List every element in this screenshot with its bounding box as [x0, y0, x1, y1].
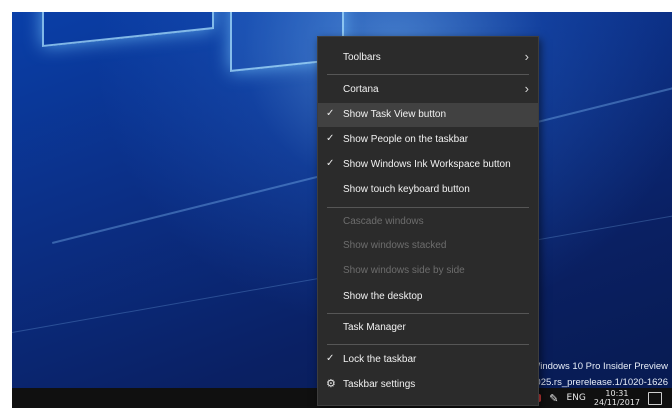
window-logo-pane	[42, 12, 214, 48]
menu-item-label: Toolbars	[343, 52, 381, 63]
checkmark-icon: ✓	[326, 158, 335, 169]
menu-item-label: Task Manager	[343, 322, 406, 333]
chevron-right-icon: ›	[524, 81, 529, 96]
menu-separator	[327, 74, 529, 75]
menu-item-label: Cortana	[343, 84, 379, 95]
menu-separator	[327, 207, 529, 208]
menu-item-windows-side-by-side: Show windows side by side	[318, 259, 538, 283]
insider-watermark: Windows 10 Pro Insider Preview 1/025.rs_…	[528, 359, 669, 391]
menu-separator	[327, 313, 529, 314]
menu-separator	[327, 344, 529, 345]
menu-item-label: Cascade windows	[343, 216, 424, 227]
menu-item-windows-stacked: Show windows stacked	[318, 234, 538, 258]
menu-item-label: Taskbar settings	[343, 379, 416, 390]
menu-item-toolbars[interactable]: Toolbars ›	[318, 46, 538, 70]
menu-item-label: Show the desktop	[343, 291, 423, 302]
watermark-line-1: Windows 10 Pro Insider Preview	[531, 361, 668, 372]
menu-item-cascade-windows: Cascade windows	[318, 210, 538, 234]
clock-time: 10:31	[605, 389, 629, 398]
ink-workspace-icon[interactable]: ✎	[549, 392, 558, 405]
menu-item-label: Lock the taskbar	[343, 354, 417, 365]
taskbar-clock[interactable]: 10:31 24/11/2017	[594, 389, 640, 407]
menu-item-label: Show Task View button	[343, 109, 447, 120]
menu-item-label: Show windows side by side	[343, 265, 465, 276]
checkmark-icon: ✓	[326, 133, 335, 144]
gear-icon: ⚙	[326, 378, 336, 390]
checkmark-icon: ✓	[326, 108, 335, 119]
menu-item-show-desktop[interactable]: Show the desktop	[318, 285, 538, 309]
menu-item-show-people[interactable]: ✓ Show People on the taskbar	[318, 128, 538, 152]
language-indicator[interactable]: ENG	[566, 393, 585, 403]
menu-item-task-manager[interactable]: Task Manager	[318, 316, 538, 340]
menu-item-lock-taskbar[interactable]: ✓ Lock the taskbar	[318, 348, 538, 372]
checkmark-icon: ✓	[326, 353, 335, 364]
action-center-icon[interactable]	[648, 391, 662, 405]
menu-item-show-task-view[interactable]: ✓ Show Task View button	[318, 103, 538, 127]
menu-item-label: Show People on the taskbar	[343, 134, 469, 145]
menu-item-label: Show touch keyboard button	[343, 184, 470, 195]
clock-date: 24/11/2017	[593, 398, 640, 407]
menu-item-label: Show windows stacked	[343, 240, 447, 251]
taskbar-context-menu: Toolbars › Cortana › ✓ Show Task View bu…	[317, 36, 539, 406]
chevron-right-icon: ›	[524, 49, 529, 64]
menu-item-cortana[interactable]: Cortana ›	[318, 78, 538, 102]
menu-item-show-touch-keyboard[interactable]: Show touch keyboard button	[318, 178, 538, 202]
menu-item-show-ink-workspace[interactable]: ✓ Show Windows Ink Workspace button	[318, 153, 538, 177]
menu-item-taskbar-settings[interactable]: ⚙ Taskbar settings	[318, 373, 538, 397]
menu-item-label: Show Windows Ink Workspace button	[343, 159, 511, 170]
